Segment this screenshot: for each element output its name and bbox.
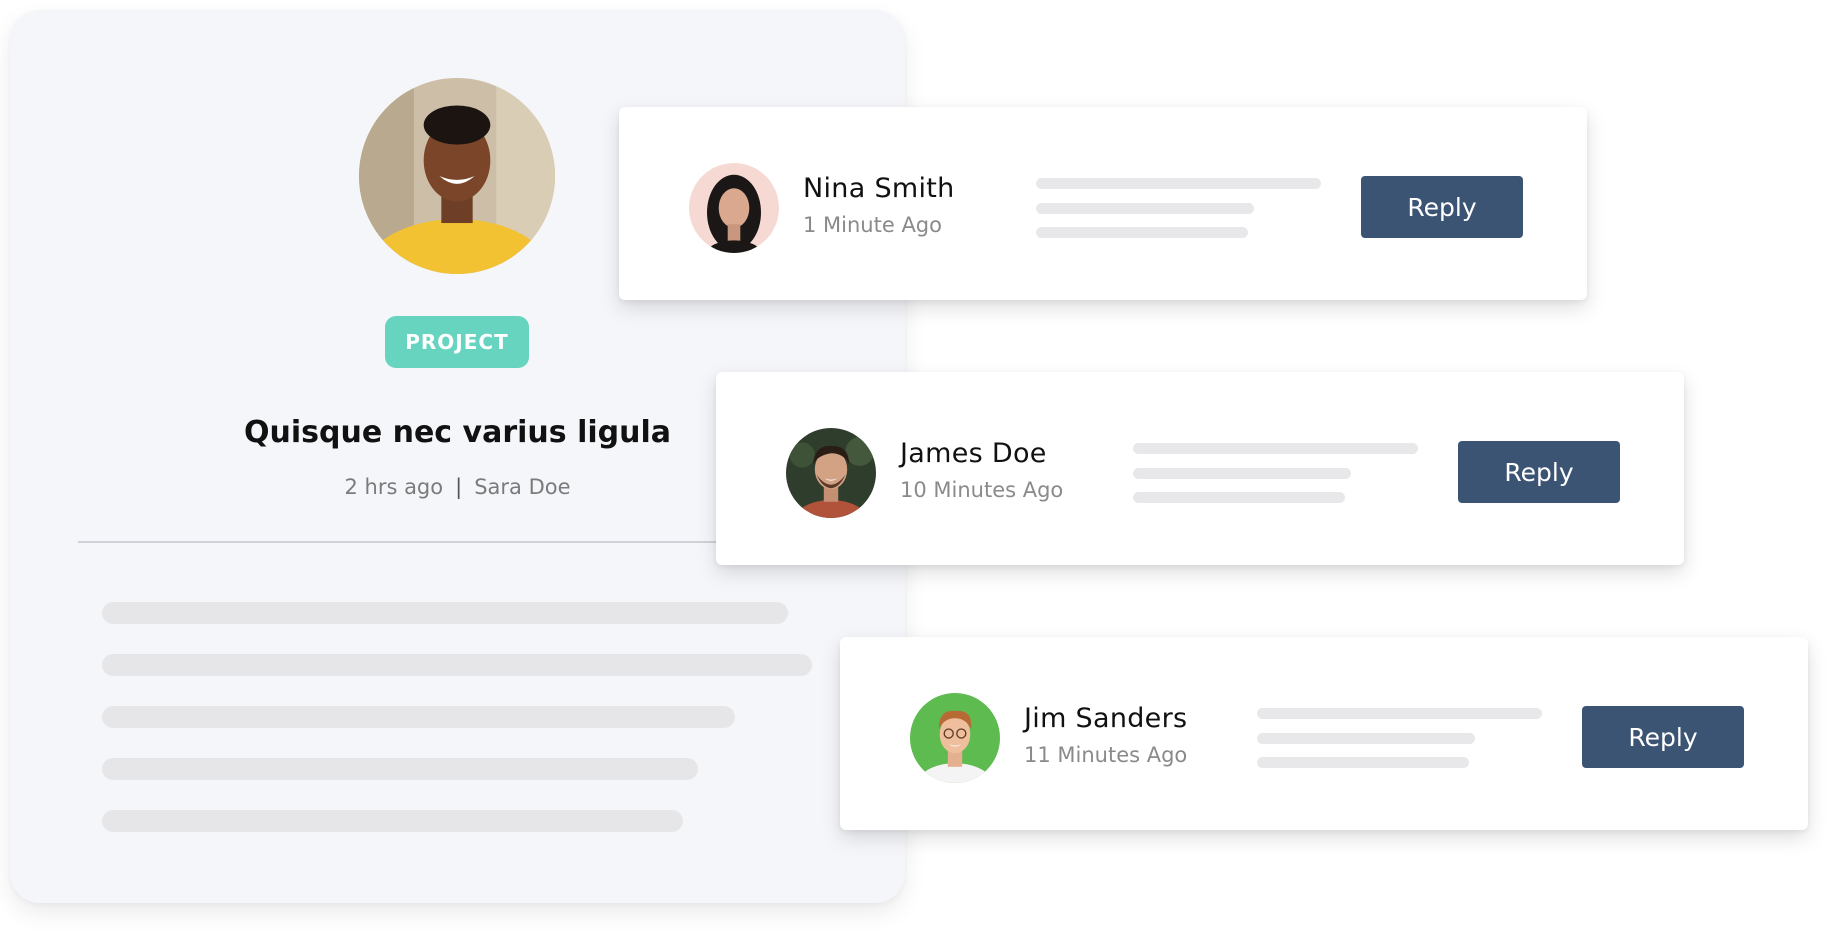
project-badge: PROJECT [385, 316, 529, 368]
comment-placeholder-line [1257, 708, 1542, 719]
woman-portrait-icon [359, 78, 555, 274]
comment-card: Nina Smith 1 Minute Ago Reply [619, 107, 1587, 300]
comment-placeholder-line [1133, 492, 1345, 503]
commenter-avatar [786, 428, 876, 518]
reply-button[interactable]: Reply [1582, 706, 1744, 768]
comment-time: 1 Minute Ago [803, 213, 942, 237]
woman-portrait-icon [689, 163, 779, 253]
commenter-name: James Doe [900, 438, 1047, 469]
content-placeholder-line [102, 602, 788, 624]
comment-placeholder-line [1257, 757, 1469, 768]
comment-card: Jim Sanders 11 Minutes Ago Reply [840, 637, 1808, 830]
content-placeholder-line [102, 810, 683, 832]
man-portrait-icon [786, 428, 876, 518]
stage: PROJECT Quisque nec varius ligula 2 hrs … [0, 0, 1841, 937]
commenter-avatar [689, 163, 779, 253]
content-placeholder-line [102, 758, 698, 780]
comment-placeholder-line [1036, 178, 1321, 189]
comment-placeholder-line [1036, 227, 1248, 238]
content-placeholder-line [102, 706, 735, 728]
comment-time: 11 Minutes Ago [1024, 743, 1188, 767]
content-placeholder-line [102, 654, 812, 676]
comment-placeholder-line [1133, 468, 1351, 479]
reply-button[interactable]: Reply [1361, 176, 1523, 238]
meta-separator: | [455, 475, 463, 499]
comment-time: 10 Minutes Ago [900, 478, 1064, 502]
man-portrait-icon [910, 693, 1000, 783]
comment-placeholder-line [1257, 733, 1475, 744]
commenter-name: Jim Sanders [1024, 703, 1188, 734]
comment-placeholder-line [1036, 203, 1254, 214]
comment-card: James Doe 10 Minutes Ago Reply [716, 372, 1684, 565]
comment-placeholder-line [1133, 443, 1418, 454]
reply-button[interactable]: Reply [1458, 441, 1620, 503]
commenter-avatar [910, 693, 1000, 783]
commenter-name: Nina Smith [803, 173, 955, 204]
project-time: 2 hrs ago [344, 475, 444, 499]
project-author-avatar [359, 78, 555, 274]
project-author: Sara Doe [474, 475, 571, 499]
